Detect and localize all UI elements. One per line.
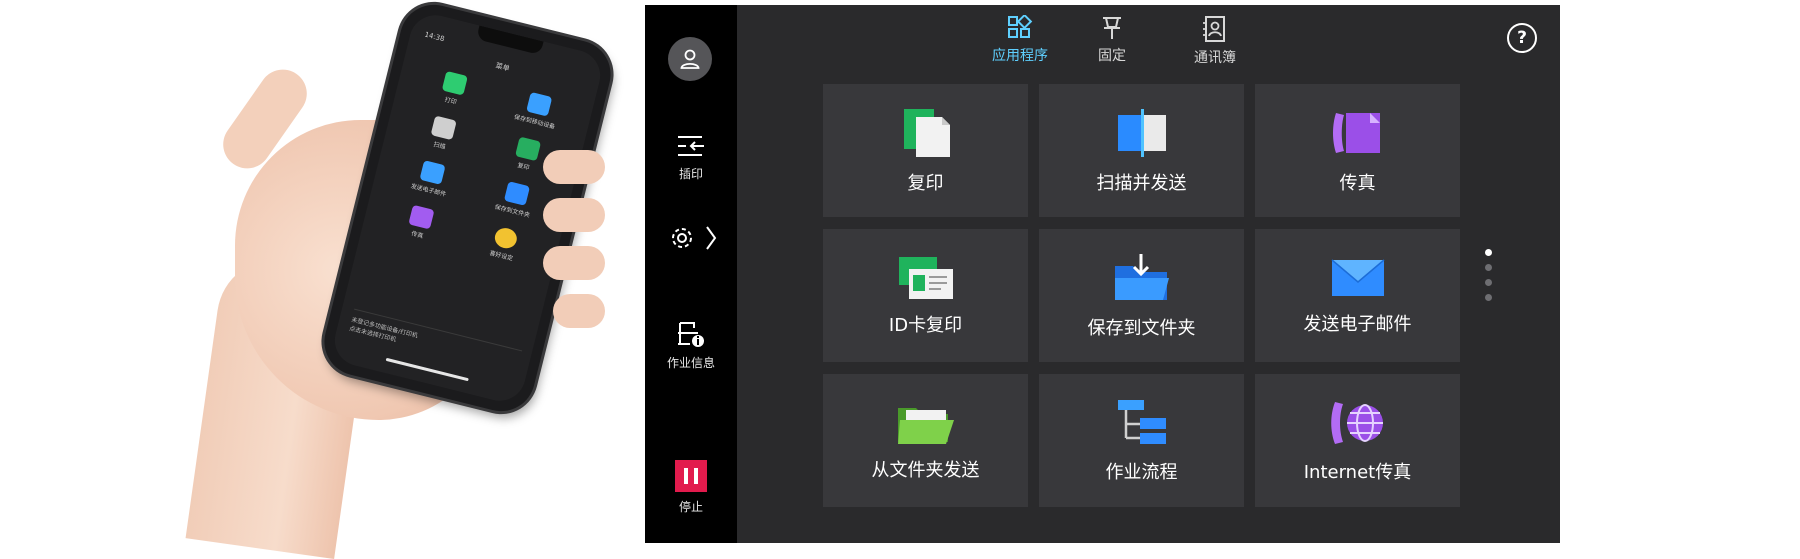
stop-label: 停止 <box>678 500 703 514</box>
job-flow-icon <box>1117 399 1166 444</box>
internet-fax-icon <box>1330 401 1383 444</box>
gear-icon <box>672 226 717 250</box>
job-info-icon <box>678 322 704 347</box>
help-icon[interactable]: ? <box>1507 23 1537 53</box>
email-icon <box>1331 258 1384 296</box>
phone-item-scan[interactable]: 扫描 <box>397 108 489 160</box>
tab-pinned-label: 固定 <box>1098 48 1126 64</box>
tile-fax[interactable]: 传真 <box>1255 84 1460 217</box>
fingers <box>535 150 605 340</box>
page-dot[interactable] <box>1485 264 1492 271</box>
tile-send-email[interactable]: 发送电子邮件 <box>1255 229 1460 362</box>
phone-item-print[interactable]: 打印 <box>408 63 500 115</box>
tile-send-email-label: 发送电子邮件 <box>1303 313 1412 335</box>
copy-icon <box>903 108 950 157</box>
star-icon <box>492 225 519 251</box>
tile-job-flow[interactable]: 作业流程 <box>1039 374 1244 507</box>
tile-send-from-folder[interactable]: 从文件夹发送 <box>823 374 1028 507</box>
tile-internet-fax[interactable]: Internet传真 <box>1255 374 1460 507</box>
pin-icon <box>1103 17 1121 39</box>
printer-panel: 插印 作业信息 停止 应用程序 固定 通讯簿 ? 复印 扫描并发送 传真 ID卡… <box>645 5 1560 543</box>
page-dot[interactable] <box>1485 294 1492 301</box>
tile-scan-send-label: 扫描并发送 <box>1096 172 1187 194</box>
interrupt-label: 插印 <box>678 167 703 181</box>
job-info-button[interactable]: 作业信息 <box>645 320 737 371</box>
fax-icon <box>1332 112 1380 153</box>
phone-time: 14:38 <box>423 30 446 44</box>
tab-apps[interactable]: 应用程序 <box>975 15 1065 75</box>
email-icon <box>419 160 446 185</box>
tile-id-card-copy-label: ID卡复印 <box>888 314 963 336</box>
tab-apps-label: 应用程序 <box>992 48 1048 64</box>
apps-icon <box>1008 15 1033 38</box>
folder-send-icon <box>897 407 954 444</box>
user-icon <box>680 49 700 69</box>
tile-send-from-folder-label: 从文件夹发送 <box>871 459 980 481</box>
interrupt-button[interactable]: 插印 <box>645 133 737 182</box>
phone-item-save-mobile[interactable]: 保存到移动设备 <box>492 84 584 136</box>
scan-icon <box>430 115 458 141</box>
tab-pinned[interactable]: 固定 <box>1077 15 1147 75</box>
scan-send-icon <box>1117 108 1166 157</box>
page-indicator[interactable] <box>1485 249 1493 309</box>
phone-footer[interactable]: 未登记多功能设备/打印机 点击未选择打印机 <box>348 308 523 375</box>
save-to-mobile-icon <box>525 91 553 117</box>
job-info-label: 作业信息 <box>666 356 715 370</box>
tile-save-to-folder-label: 保存到文件夹 <box>1087 317 1196 339</box>
stop-button[interactable]: 停止 <box>645 460 737 515</box>
phone-item-fax[interactable]: 传真 <box>374 197 466 249</box>
phone-notch <box>476 25 544 56</box>
tile-job-flow-label: 作业流程 <box>1105 461 1178 483</box>
fax-icon <box>408 204 435 230</box>
tile-save-to-folder[interactable]: 保存到文件夹 <box>1039 229 1244 362</box>
page-dot[interactable] <box>1485 249 1492 256</box>
phone-home-indicator <box>385 357 469 382</box>
phone-footer-line1: 未登记多功能设备/打印机 <box>350 316 419 340</box>
tile-scan-send[interactable]: 扫描并发送 <box>1039 84 1244 217</box>
interrupt-icon <box>678 136 704 156</box>
save-folder-icon <box>1114 253 1169 300</box>
tab-address-book-label: 通讯簿 <box>1194 50 1236 66</box>
phone-item-email[interactable]: 发送电子邮件 <box>386 152 478 204</box>
tab-address-book[interactable]: 通讯簿 <box>1170 15 1260 75</box>
page-dot[interactable] <box>1485 279 1492 286</box>
id-card-icon <box>898 256 953 299</box>
address-book-icon <box>1203 16 1225 42</box>
tile-copy[interactable]: 复印 <box>823 84 1028 217</box>
sidebar: 插印 作业信息 停止 <box>645 5 737 543</box>
pause-icon <box>675 460 707 492</box>
folder-icon <box>503 181 530 206</box>
phone-photo: 14:38 菜单 打印 保存到移动设备 扫描 复印 发送电子邮件 保存到文件夹 … <box>185 0 630 559</box>
settings-button[interactable] <box>645 223 737 259</box>
tile-internet-fax-label: Internet传真 <box>1303 461 1412 483</box>
tile-copy-label: 复印 <box>907 172 944 194</box>
user-avatar[interactable] <box>668 37 712 81</box>
tile-fax-label: 传真 <box>1339 172 1376 194</box>
tile-id-card-copy[interactable]: ID卡复印 <box>823 229 1028 362</box>
print-icon <box>441 70 469 96</box>
